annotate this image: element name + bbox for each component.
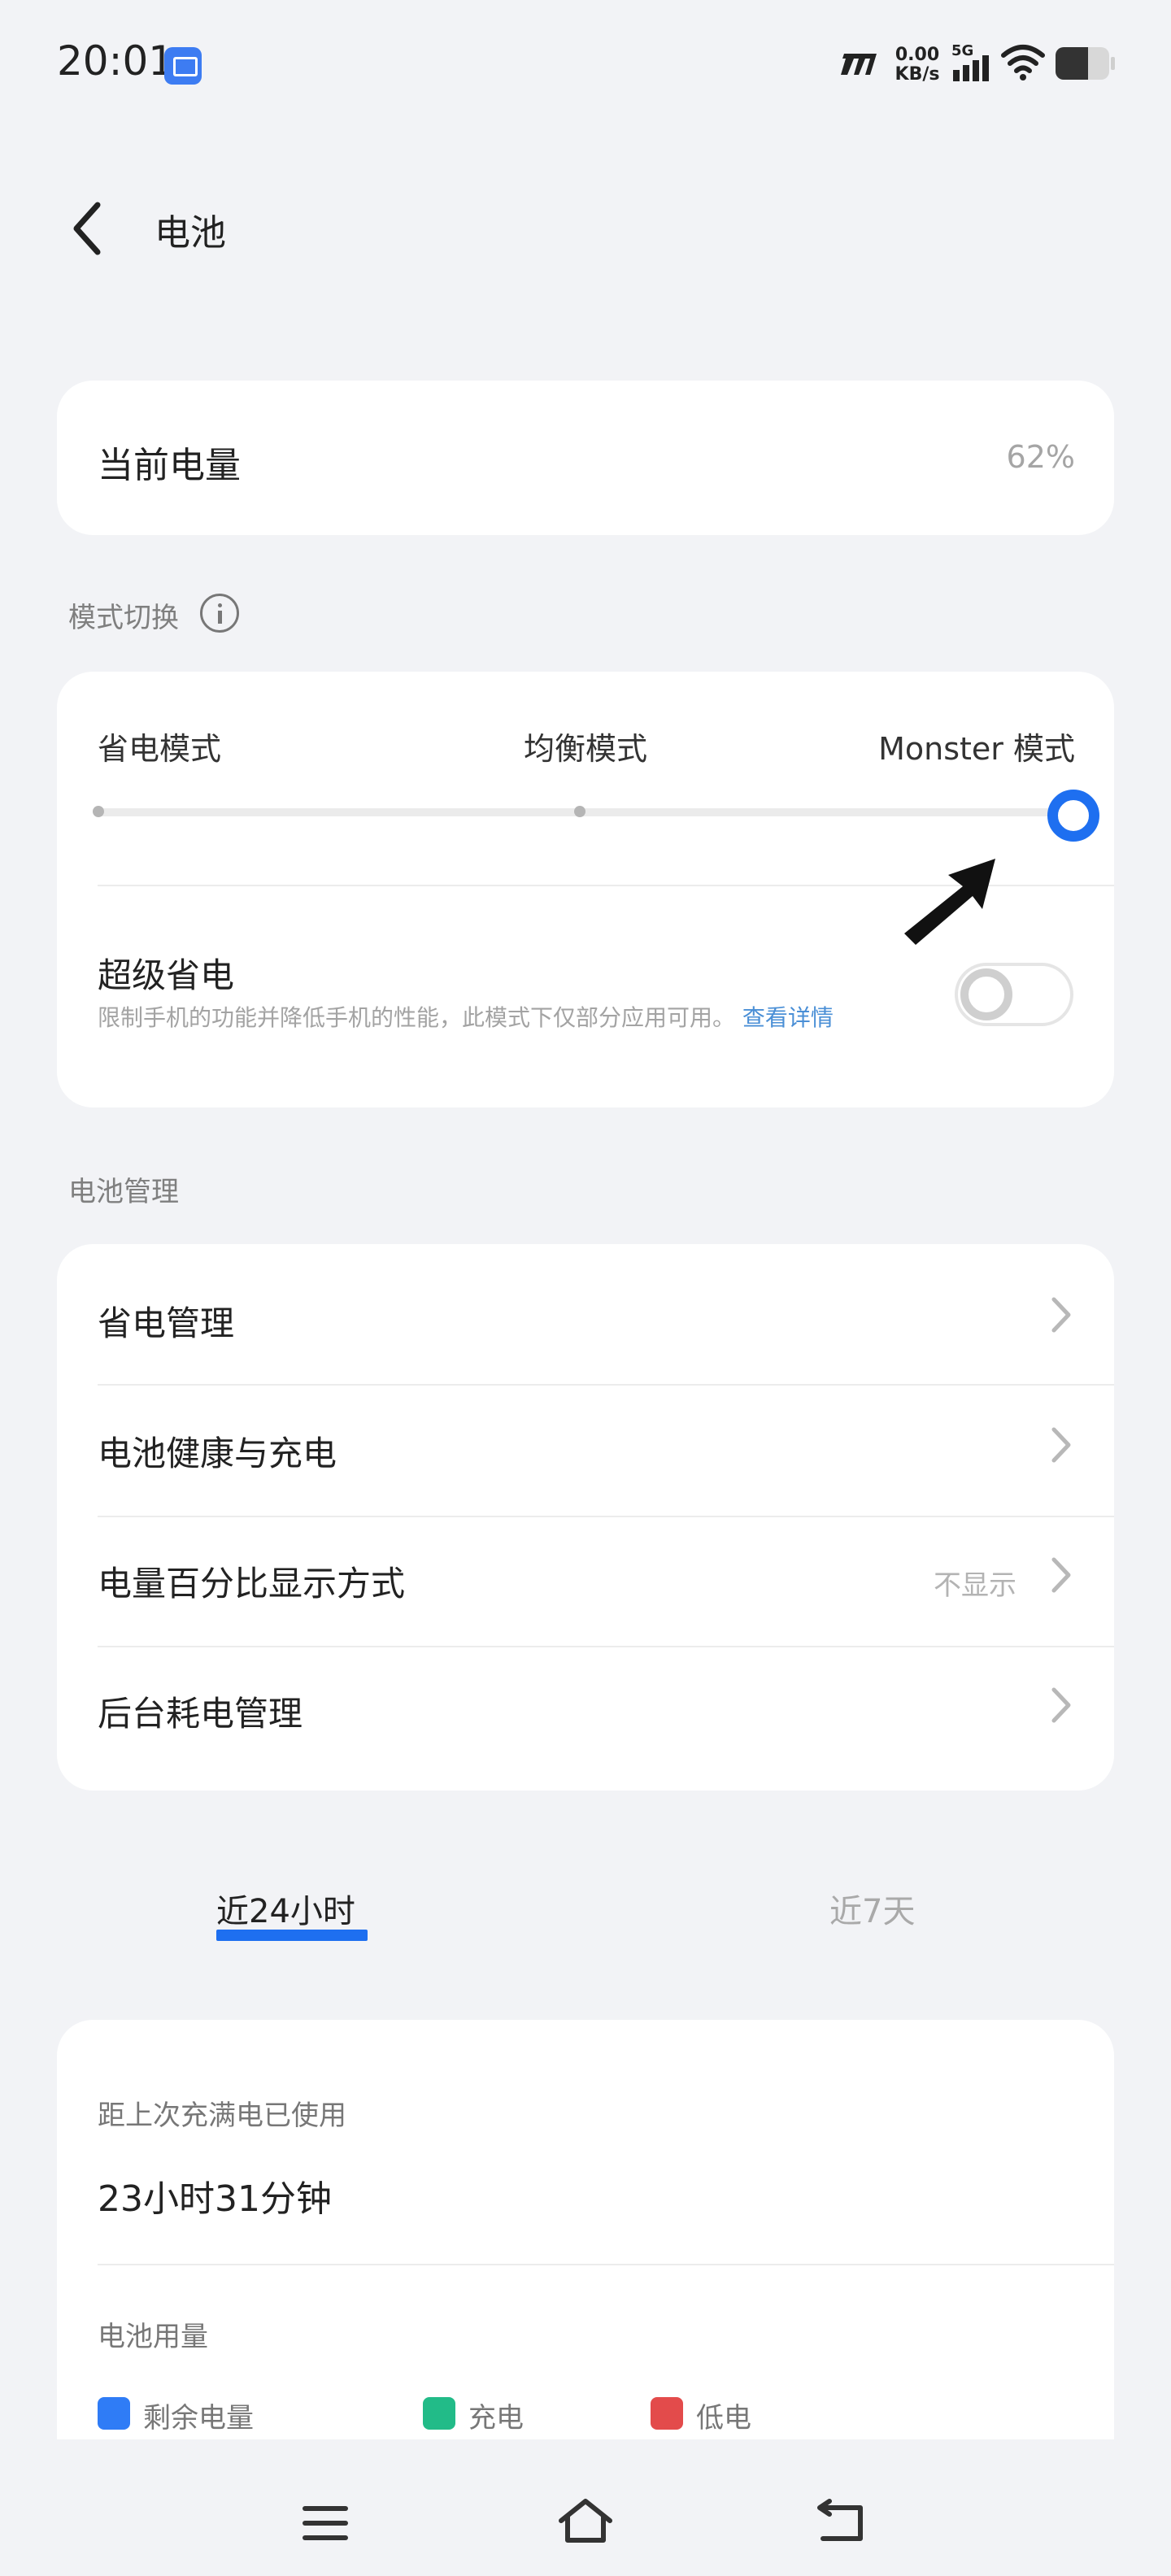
mode-section-label: 模式切换: [68, 602, 179, 634]
super-saver-description-text: 限制手机的功能并降低手机的性能，此模式下仅部分应用可用。: [98, 1004, 736, 1031]
mode-slider-thumb[interactable]: [1047, 790, 1099, 842]
usage-card: 距上次充满电已使用 23小时31分钟 电池用量 剩余电量 充电 低电: [57, 2020, 1114, 2475]
divider: [98, 2264, 1114, 2265]
super-saver-description: 限制手机的功能并降低手机的性能，此模式下仅部分应用可用。 查看详情: [98, 1000, 834, 1033]
menu-icon[interactable]: [301, 2503, 350, 2543]
manage-section-label: 电池管理: [68, 1176, 179, 1208]
legend-label-remaining: 剩余电量: [143, 2402, 254, 2435]
manage-item-label: 电量百分比显示方式: [98, 1564, 406, 1603]
chevron-right-icon: [1051, 1427, 1071, 1463]
legend-swatch-remaining: [98, 2397, 130, 2430]
wifi-icon: [1001, 45, 1045, 80]
manage-item-label: 省电管理: [98, 1303, 235, 1343]
manage-item-background-power[interactable]: 后台耗电管理: [57, 1639, 1114, 1769]
home-icon[interactable]: [556, 2496, 615, 2545]
mode-option-monster[interactable]: Monster 模式: [878, 724, 1075, 768]
super-saver-toggle[interactable]: [955, 963, 1073, 1026]
current-battery-label: 当前电量: [98, 445, 241, 486]
chevron-right-icon: [1051, 1557, 1071, 1593]
tab-7-days[interactable]: 近7天: [829, 1885, 915, 1932]
arrow-pointer-icon: [904, 859, 995, 945]
current-battery-value: 62%: [1006, 439, 1075, 475]
slider-stop-eco[interactable]: [93, 806, 104, 817]
mode-option-balanced[interactable]: 均衡模式: [524, 724, 647, 768]
screen-cast-icon: [164, 47, 202, 85]
carrier-icon: [841, 54, 877, 75]
chevron-right-icon: [1051, 1297, 1071, 1333]
super-saver-label: 超级省电: [98, 955, 235, 995]
toggle-knob: [960, 968, 1012, 1020]
since-full-charge-label: 距上次充满电已使用: [98, 2100, 346, 2132]
info-icon[interactable]: [200, 594, 239, 633]
manage-item-label: 电池健康与充电: [98, 1434, 337, 1473]
status-time: 20:01: [57, 37, 175, 85]
legend-label-charging: 充电: [468, 2402, 524, 2435]
manage-item-power-saving[interactable]: 省电管理: [57, 1249, 1114, 1379]
net-speed-unit: KB/s: [895, 64, 940, 85]
battery-icon: [1056, 47, 1115, 80]
slider-stop-balanced[interactable]: [574, 806, 586, 817]
tab-active-indicator: [216, 1930, 368, 1941]
back-icon[interactable]: [65, 200, 114, 257]
chevron-right-icon: [1051, 1687, 1071, 1723]
tab-24-hours[interactable]: 近24小时: [216, 1885, 355, 1932]
super-saver-details-link[interactable]: 查看详情: [742, 1004, 834, 1031]
status-bar: 20:01 0.00 KB/s 5G: [0, 0, 1171, 130]
manage-item-value: 不显示: [934, 1569, 1016, 1602]
network-type: 5G: [951, 42, 973, 59]
net-speed: 0.00 KB/s: [893, 46, 942, 85]
net-speed-value: 0.00: [895, 45, 940, 65]
legend-swatch-charging: [423, 2397, 455, 2430]
signal-icon: 5G: [951, 42, 989, 81]
since-full-charge-value: 23小时31分钟: [98, 2178, 332, 2220]
manage-item-percentage-display[interactable]: 电量百分比显示方式 不显示: [57, 1509, 1114, 1639]
legend-swatch-low: [651, 2397, 683, 2430]
navigation-bar: [0, 2439, 1171, 2576]
battery-management-card: 省电管理 电池健康与充电 电量百分比显示方式 不显示 后台耗电管理: [57, 1244, 1114, 1791]
back-nav-icon[interactable]: [816, 2498, 868, 2543]
legend-label-low: 低电: [696, 2402, 751, 2435]
current-battery-card: 当前电量 62%: [57, 381, 1114, 535]
page-title: 电池: [155, 212, 226, 254]
manage-item-label: 后台耗电管理: [98, 1694, 303, 1734]
mode-option-eco[interactable]: 省电模式: [98, 724, 221, 768]
manage-item-battery-health[interactable]: 电池健康与充电: [57, 1379, 1114, 1509]
battery-usage-title: 电池用量: [98, 2321, 208, 2353]
